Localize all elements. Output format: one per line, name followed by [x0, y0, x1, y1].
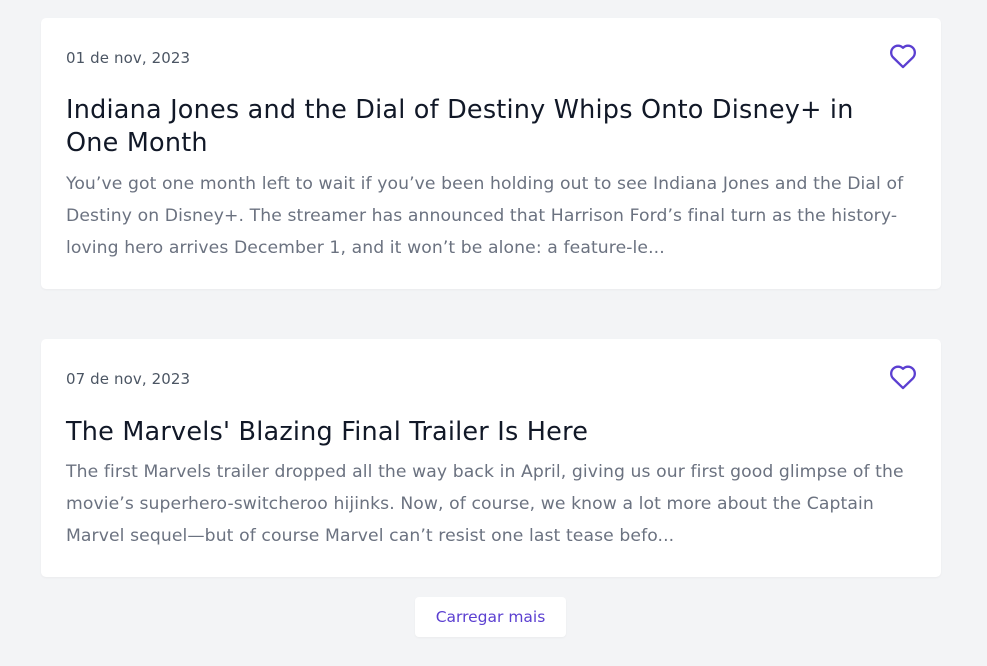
article-title[interactable]: The Marvels' Blazing Final Trailer Is He… — [66, 416, 901, 449]
article-card[interactable]: 07 de nov, 2023 The Marvels' Blazing Fin… — [41, 339, 941, 577]
article-date: 01 de nov, 2023 — [66, 49, 191, 67]
article-date: 07 de nov, 2023 — [66, 370, 191, 388]
article-card[interactable]: 01 de nov, 2023 Indiana Jones and the Di… — [41, 18, 941, 289]
heart-icon[interactable] — [889, 43, 917, 69]
article-excerpt: You’ve got one month left to wait if you… — [66, 174, 904, 258]
load-more-button[interactable]: Carregar mais — [415, 597, 566, 637]
heart-icon[interactable] — [889, 364, 917, 390]
article-title[interactable]: Indiana Jones and the Dial of Destiny Wh… — [66, 94, 901, 160]
article-excerpt: The first Marvels trailer dropped all th… — [66, 462, 904, 546]
